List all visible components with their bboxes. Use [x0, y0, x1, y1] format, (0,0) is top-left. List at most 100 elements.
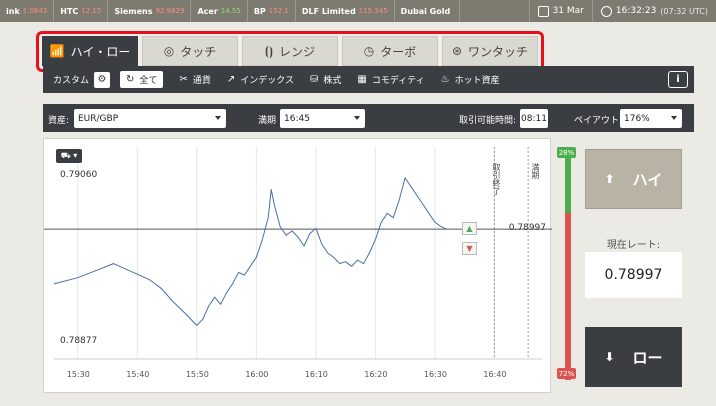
chart-panel: ⛟ ▾ 0.79060 0.78877 15:30 15:40 15:50 16:00… [43, 138, 552, 394]
expiry-marker-label: 満期 [531, 163, 540, 179]
gear-icon[interactable]: ⚙ [94, 71, 111, 88]
current-price-label: 0.78997 [508, 223, 546, 233]
ticker-item: HTC 12.15 [54, 0, 109, 22]
clock-icon [600, 5, 612, 17]
category-label: インデックス [240, 76, 294, 86]
calendar-icon [537, 5, 549, 17]
chevron-down-icon [215, 116, 221, 120]
ticker-item: Siemens 92.9829 [108, 0, 192, 22]
date-text: 31 Mar [552, 6, 584, 16]
tab-1[interactable]: ◎ タッチ [142, 36, 238, 66]
tab-label: ワンタッチ [468, 44, 529, 59]
utc-text: (07:32 UTC) [660, 6, 708, 16]
high-label: ハイ [632, 170, 663, 189]
ticker-item: Dubai Gold [395, 0, 461, 22]
x-tick-label: 15:40 [126, 370, 150, 379]
ticker-name: BP [253, 6, 266, 16]
date-display: 31 Mar [528, 0, 592, 22]
price-chart[interactable] [44, 139, 552, 394]
current-rate-label: 現在レート: [606, 240, 661, 251]
payout-select[interactable]: 176% [620, 109, 682, 128]
category-4[interactable]: ▦ コモディティ [357, 73, 424, 86]
tab-label: ターボ [380, 44, 417, 59]
tab-label: タッチ [180, 44, 217, 59]
expiry-select[interactable]: 16:45 [280, 109, 365, 128]
currency-icon: ✂ [179, 74, 188, 85]
clock-display: 16:32:23 (07:32 UTC) [591, 0, 716, 22]
chart-up-icon: 📶 [49, 44, 65, 58]
tab-3[interactable]: ◷ ターボ [342, 36, 438, 66]
info-icon[interactable]: i [668, 71, 688, 88]
x-tick-label: 15:50 [185, 370, 209, 379]
price-series-line [53, 176, 448, 327]
expiry-label: 満期 [258, 116, 277, 126]
category-label: 通貨 [192, 76, 211, 86]
tab-label: ハイ・ロー [70, 44, 131, 59]
clock-icon: ◷ [363, 44, 375, 58]
expiry-value: 16:45 [284, 113, 310, 124]
target-icon: ◎ [163, 44, 175, 58]
category-3[interactable]: ⛁ 株式 [310, 73, 341, 86]
tab-2[interactable]: ⦗⦘ レンジ [242, 36, 338, 66]
x-tick-label: 16:10 [304, 370, 328, 379]
meter-lo-fill [565, 212, 571, 380]
controls-bar: 資産: EUR/GBP 満期 16:45 取引可能時間: 08:11 ペイアウト… [43, 104, 694, 132]
chevron-down-icon [671, 116, 677, 120]
chevron-down-icon[interactable]: ▼ [462, 242, 477, 255]
tab-0[interactable]: 📶 ハイ・ロー [42, 36, 138, 66]
ticker-name: HTC [60, 6, 79, 16]
chevron-up-icon[interactable]: ▲ [462, 222, 477, 235]
ticker-bar: ink 1.0843 HTC 12.15 Siemens 92.9829 Acer 14.55… [0, 0, 716, 22]
low-button[interactable]: ⬇ ロー [585, 327, 682, 387]
tab-4[interactable]: ⊛ ワンタッチ [442, 36, 538, 66]
ticker-value: 1.0843 [22, 7, 48, 15]
tab-label: レンジ [278, 44, 315, 59]
index-icon: ↗ [226, 74, 236, 85]
chart-type-button[interactable]: ⛟ ▾ [56, 149, 82, 163]
chevron-down-icon [354, 116, 360, 120]
remaining-label: 取引可能時間: [459, 116, 517, 126]
y-tick-high: 0.79060 [60, 170, 98, 180]
remaining-time: 08:11 [520, 109, 548, 128]
commodity-icon: ▦ [357, 74, 367, 85]
ticker-name: DLF Limited [301, 6, 356, 16]
ticker-name: ink [6, 6, 20, 16]
asset-select[interactable]: EUR/GBP [74, 109, 226, 128]
ticker-item: BP 152.1 [248, 0, 296, 22]
x-tick-label: 15:30 [66, 370, 90, 379]
payout-label: ペイアウト: [574, 116, 623, 126]
current-rate-value: 0.78997 [585, 252, 682, 298]
ticker-value: 12.15 [81, 7, 102, 15]
high-button[interactable]: ⬆ ハイ [585, 149, 682, 209]
category-2[interactable]: ↗ インデックス [227, 73, 294, 86]
x-tick-label: 16:20 [364, 370, 388, 379]
ticker-value: 152.1 [268, 7, 289, 15]
custom-label: カスタム [53, 76, 90, 86]
ticker-name: Acer [197, 6, 218, 16]
ticker-name: Dubai Gold [400, 6, 451, 16]
ticker-value: 92.9829 [155, 7, 185, 15]
y-tick-low: 0.78877 [60, 336, 98, 346]
trade-type-tabs: 📶 ハイ・ロー ◎ タッチ ⦗⦘ レンジ ◷ ターボ ⊛ ワンタッチ [42, 36, 538, 66]
hi-percent: 28% [557, 147, 576, 158]
category-1[interactable]: ✂ 通貨 [179, 73, 210, 86]
category-0[interactable]: ↻ 全て [120, 71, 164, 88]
asset-label: 資産: [48, 116, 70, 126]
low-label: ロー [632, 348, 663, 367]
sentiment-meter [565, 148, 571, 380]
category-label: ホット資産 [454, 76, 500, 86]
asset-value: EUR/GBP [78, 113, 119, 124]
x-tick-label: 16:00 [245, 370, 269, 379]
time-text: 16:32:23 [615, 6, 657, 16]
category-5[interactable]: ♨ ホット資産 [441, 73, 500, 86]
category-label: 全て [139, 76, 158, 86]
lo-percent: 72% [557, 368, 576, 379]
flame-icon: ♨ [440, 74, 450, 85]
ticker-item: ink 1.0843 [0, 0, 55, 22]
payout-value: 176% [624, 113, 650, 124]
x-tick-label: 16:30 [423, 370, 447, 379]
ticker-value: 115.345 [358, 7, 388, 15]
category-label: コモディティ [371, 76, 425, 86]
ticker-item: DLF Limited 115.345 [296, 0, 395, 22]
category-label: 株式 [323, 76, 342, 86]
